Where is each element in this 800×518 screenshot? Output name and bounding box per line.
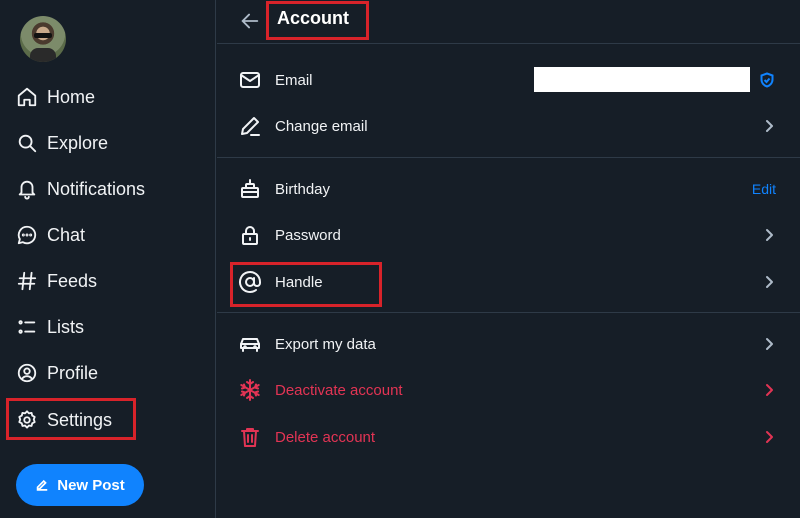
birthday-row: Birthday Edit (217, 168, 800, 210)
password-label: Password (275, 226, 341, 244)
export-data-row[interactable]: Export my data (217, 323, 800, 365)
export-data-label: Export my data (275, 335, 376, 353)
trash-icon (237, 424, 263, 450)
arrow-left-icon (241, 13, 259, 29)
pencil-icon (237, 113, 263, 139)
account-settings-panel: Account Email Change email Birthday Edit (217, 0, 800, 518)
sidebar-item-chat[interactable]: Chat (16, 218, 85, 252)
sidebar: Home Explore Notifications Chat Feeds Li… (0, 0, 216, 518)
settings-highlight-box (6, 398, 136, 440)
new-post-button[interactable]: New Post (16, 464, 144, 506)
chevron-right-icon (762, 383, 776, 397)
chevron-right-icon (762, 119, 776, 133)
sidebar-item-label: Profile (47, 362, 99, 383)
cake-icon (237, 176, 263, 202)
list-icon (18, 320, 36, 334)
sidebar-item-notifications[interactable]: Notifications (16, 172, 145, 206)
sidebar-item-feeds[interactable]: Feeds (16, 264, 97, 298)
change-email-row[interactable]: Change email (217, 105, 800, 147)
change-email-label: Change email (275, 117, 368, 135)
verified-shield-icon[interactable] (759, 72, 775, 88)
divider (217, 312, 800, 313)
avatar-shirt (30, 48, 56, 62)
page-header: Account (217, 0, 800, 44)
sidebar-item-label: Notifications (47, 178, 146, 199)
password-row[interactable]: Password (217, 214, 800, 256)
compose-icon (36, 479, 48, 491)
delete-account-row[interactable]: Delete account (217, 416, 800, 458)
sidebar-item-explore[interactable]: Explore (16, 126, 108, 160)
title-highlight-box (266, 1, 369, 40)
sidebar-item-label: Home (47, 86, 96, 107)
avatar-glasses (34, 33, 52, 38)
delete-account-label: Delete account (275, 428, 376, 446)
email-label: Email (275, 71, 313, 89)
chevron-right-icon (762, 430, 776, 444)
avatar[interactable] (20, 16, 66, 62)
new-post-label: New Post (57, 476, 125, 494)
chevron-right-icon (762, 337, 776, 351)
sidebar-item-label: Lists (47, 316, 85, 337)
handle-highlight-box (230, 262, 382, 307)
snowflake-icon (237, 377, 263, 403)
birthday-edit-link[interactable]: Edit (752, 181, 776, 197)
divider (217, 157, 800, 158)
chevron-right-icon (762, 275, 776, 289)
back-button[interactable] (239, 10, 263, 34)
sidebar-item-profile[interactable]: Profile (16, 356, 98, 390)
sidebar-item-label: Chat (47, 224, 86, 245)
chat-icon (17, 225, 37, 245)
profile-icon (17, 363, 37, 383)
email-value-redacted (534, 67, 750, 92)
lock-icon (237, 222, 263, 248)
sidebar-item-label: Explore (47, 132, 109, 153)
car-icon (237, 331, 263, 357)
search-icon (18, 134, 37, 153)
envelope-icon (237, 67, 263, 93)
bell-icon (18, 180, 36, 200)
sidebar-item-home[interactable]: Home (16, 80, 95, 114)
deactivate-account-label: Deactivate account (275, 381, 403, 399)
birthday-label: Birthday (275, 180, 331, 198)
hash-icon (17, 271, 37, 291)
sidebar-item-lists[interactable]: Lists (16, 310, 84, 344)
sidebar-item-label: Feeds (47, 270, 98, 291)
home-icon (17, 87, 37, 107)
deactivate-account-row[interactable]: Deactivate account (217, 369, 800, 411)
chevron-right-icon (762, 228, 776, 242)
